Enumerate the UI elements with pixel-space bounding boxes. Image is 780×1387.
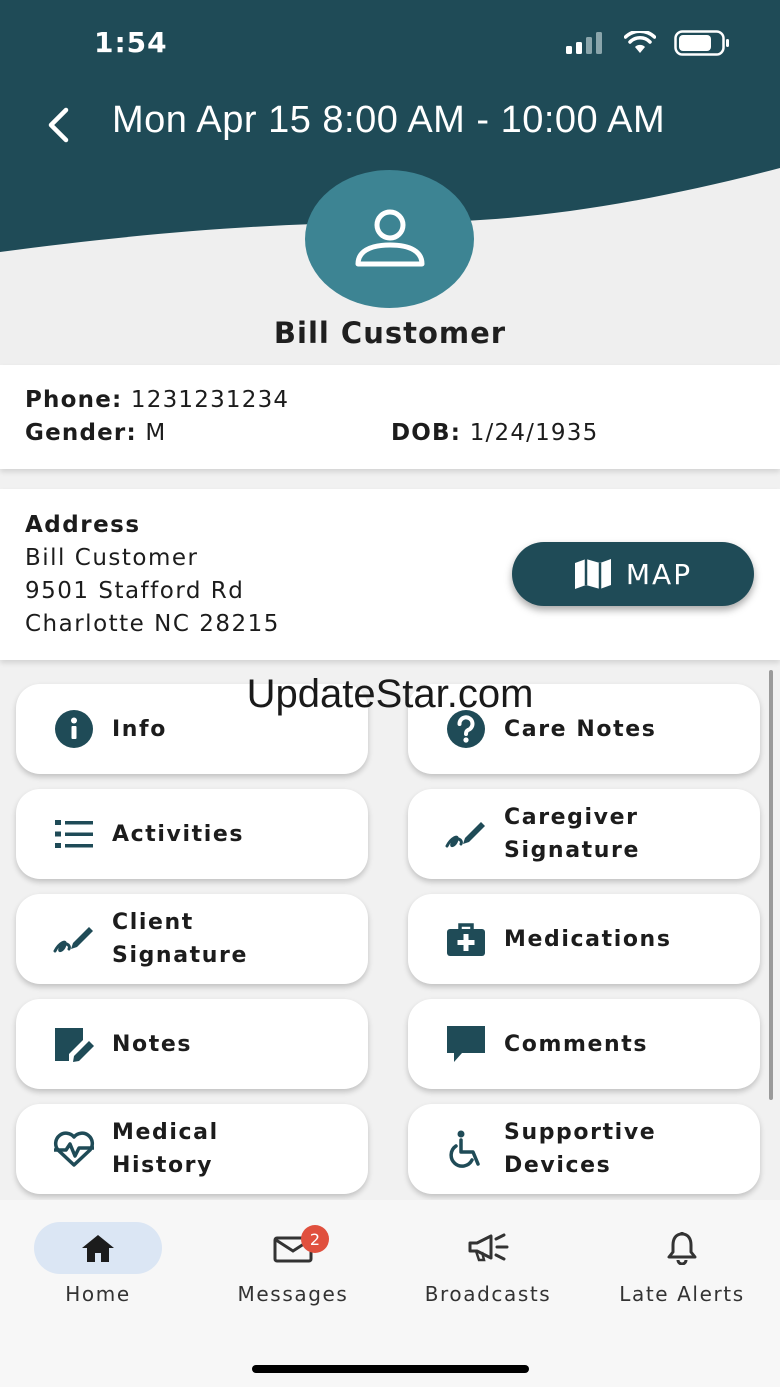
dob-row: DOB: 1/24/1935 <box>391 420 598 446</box>
note-edit-icon <box>50 1026 98 1062</box>
comment-icon <box>442 1025 490 1063</box>
phone-label: Phone: <box>25 387 123 413</box>
tile-label: Comments <box>504 1031 649 1057</box>
menu-grid: Info Care Notes Activities Caregiver Sig… <box>0 672 780 1200</box>
tile-label: Care Notes <box>504 716 657 742</box>
back-button[interactable] <box>36 101 80 149</box>
unread-badge: 2 <box>301 1225 329 1253</box>
map-icon <box>574 559 611 589</box>
address-line: 9501 Stafford Rd <box>25 578 245 604</box>
tab-messages[interactable]: 2 Messages <box>203 1222 383 1306</box>
address-line: Bill Customer <box>25 545 199 571</box>
tile-supportive-devices[interactable]: Supportive Devices <box>408 1104 760 1194</box>
tab-home[interactable]: Home <box>8 1222 188 1306</box>
tile-caregiver-signature[interactable]: Caregiver Signature <box>408 789 760 879</box>
phone-value: 1231231234 <box>130 387 290 413</box>
address-line: Charlotte NC 28215 <box>25 611 280 637</box>
tile-client-signature[interactable]: Client Signature <box>16 894 368 984</box>
tab-label: Late Alerts <box>619 1282 745 1306</box>
address-label: Address <box>25 512 141 538</box>
tab-late-alerts-pill <box>618 1222 746 1274</box>
signature-icon <box>442 816 490 852</box>
tile-label: Caregiver Signature <box>504 805 640 863</box>
wheelchair-icon <box>442 1130 490 1168</box>
tab-label: Messages <box>237 1282 349 1306</box>
cellular-signal-icon <box>566 32 602 54</box>
page-title: Mon Apr 15 8:00 AM - 10:00 AM <box>112 99 666 141</box>
wifi-icon <box>624 31 656 53</box>
tile-label: Notes <box>112 1031 193 1057</box>
avatar <box>305 170 474 308</box>
gender-label: Gender: <box>25 420 137 446</box>
home-icon <box>82 1235 114 1262</box>
watermark: UpdateStar.com <box>246 672 534 716</box>
tab-label: Broadcasts <box>424 1282 552 1306</box>
person-icon <box>355 209 424 267</box>
home-indicator <box>252 1365 529 1373</box>
gender-value: M <box>145 420 167 446</box>
bell-icon <box>667 1232 697 1265</box>
tile-medical-history[interactable]: Medical History <box>16 1104 368 1194</box>
megaphone-icon <box>468 1233 509 1262</box>
dob-label: DOB: <box>391 420 462 446</box>
tile-label: Info <box>112 716 167 742</box>
signature-icon <box>50 921 98 957</box>
gender-row: Gender: M <box>25 420 166 446</box>
heart-pulse-icon <box>50 1131 98 1167</box>
tile-activities[interactable]: Activities <box>16 789 368 879</box>
tab-messages-pill: 2 <box>229 1222 357 1274</box>
tab-home-pill <box>34 1222 162 1274</box>
battery-icon <box>674 30 729 56</box>
address-card: Address Bill Customer 9501 Stafford Rd C… <box>0 489 780 660</box>
nav-row: Mon Apr 15 8:00 AM - 10:00 AM <box>0 95 780 155</box>
tab-broadcasts[interactable]: Broadcasts <box>398 1222 578 1306</box>
tile-label: Client Signature <box>112 910 248 968</box>
medical-bag-icon <box>442 921 490 957</box>
tile-label: Activities <box>112 821 245 847</box>
scrollbar[interactable] <box>769 670 773 1100</box>
tile-label: Medical History <box>112 1120 219 1178</box>
client-details-card: Phone: 1231231234 Gender: M DOB: 1/24/19… <box>0 365 780 469</box>
dob-value: 1/24/1935 <box>469 420 599 446</box>
tile-comments[interactable]: Comments <box>408 999 760 1089</box>
status-time: 1:54 <box>94 26 168 59</box>
status-icons <box>566 30 730 56</box>
tab-late-alerts[interactable]: Late Alerts <box>592 1222 772 1306</box>
chevron-left-icon <box>48 107 69 143</box>
tile-label: Medications <box>504 926 672 952</box>
status-bar: 1:54 <box>0 0 780 90</box>
client-name: Bill Customer <box>273 316 507 350</box>
bottom-nav: Home 2 Messages Broadcasts Late Alerts <box>0 1200 780 1387</box>
header: 1:54 Mon Apr 15 8:00 AM - 10:00 AM Bill … <box>0 0 780 365</box>
tile-label: Supportive Devices <box>504 1120 657 1178</box>
tab-broadcasts-pill <box>424 1222 552 1274</box>
tile-medications[interactable]: Medications <box>408 894 760 984</box>
tab-label: Home <box>65 1282 131 1306</box>
tile-notes[interactable]: Notes <box>16 999 368 1089</box>
map-label: MAP <box>625 557 693 591</box>
list-icon <box>50 819 98 849</box>
map-button[interactable]: MAP <box>512 542 754 606</box>
phone-row: Phone: 1231231234 <box>25 387 289 413</box>
